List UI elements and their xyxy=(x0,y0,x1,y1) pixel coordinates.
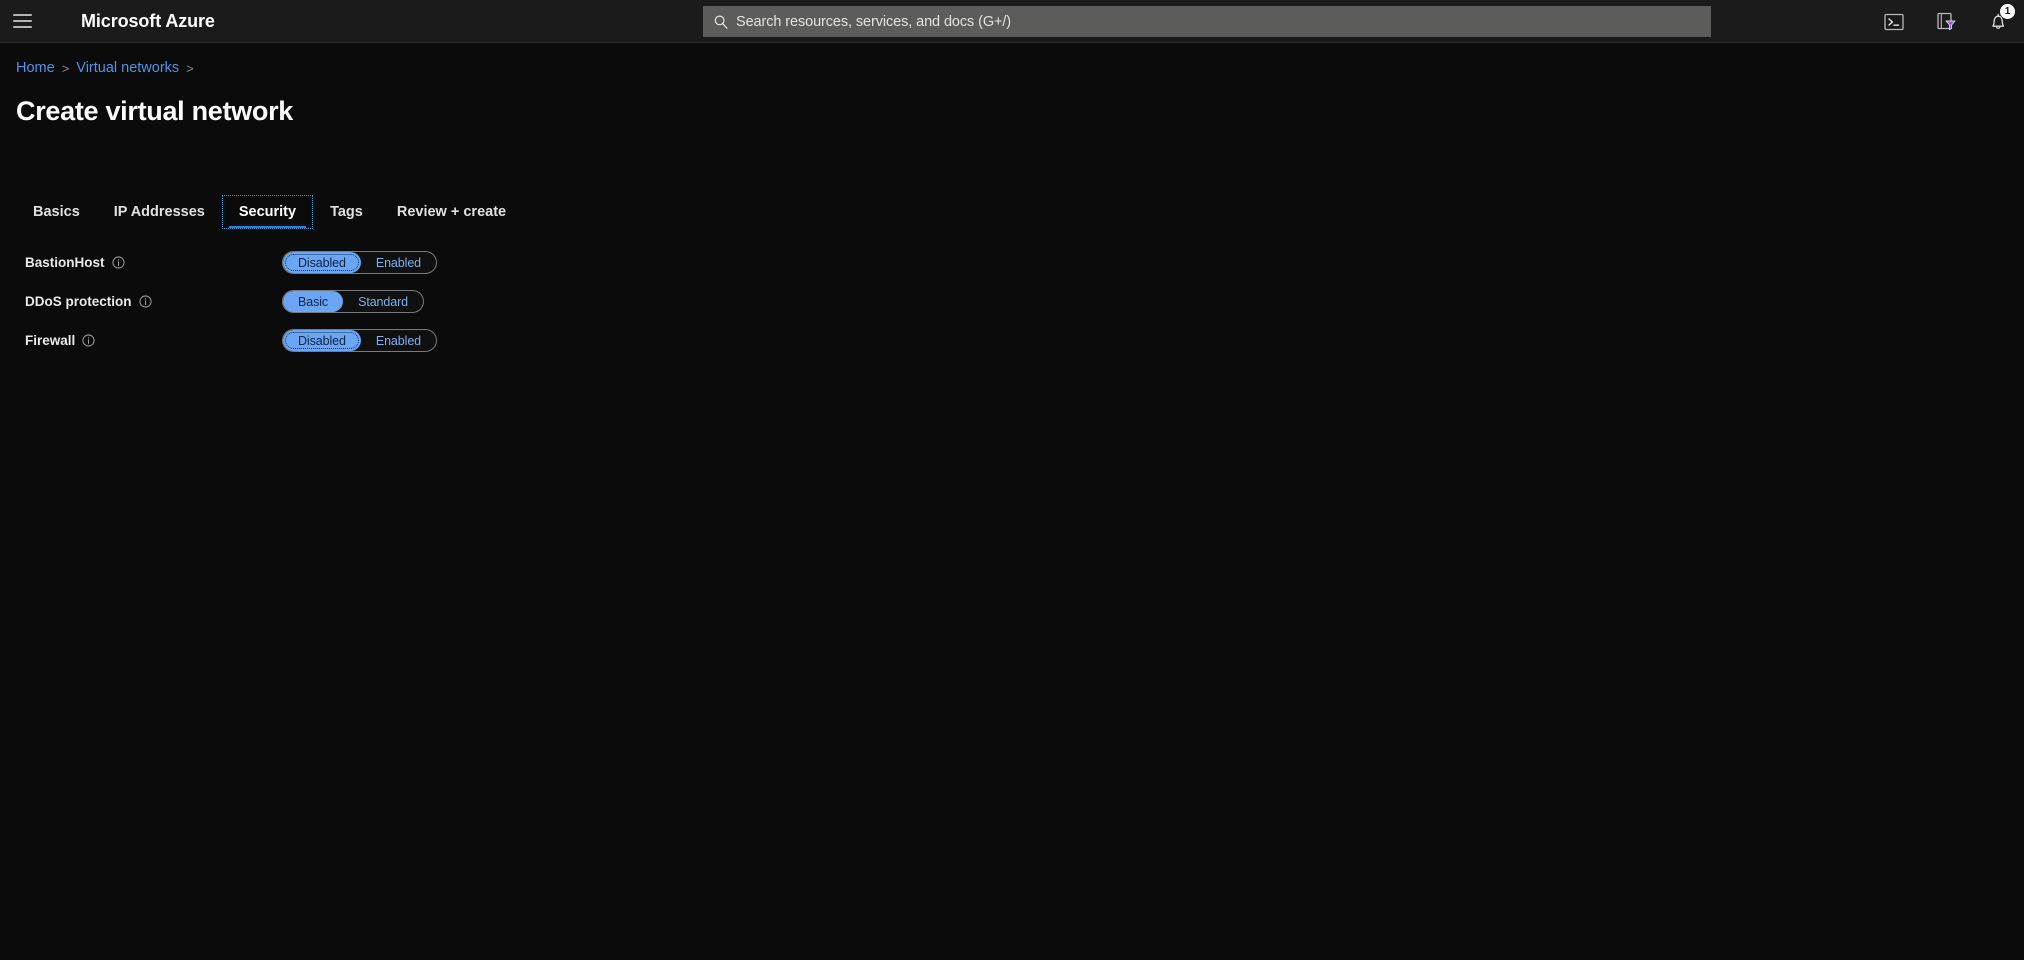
page-title: Create virtual network xyxy=(16,96,293,126)
bastion-host-toggle[interactable]: Disabled Enabled xyxy=(282,251,438,274)
breadcrumb-item-home[interactable]: Home xyxy=(16,60,55,76)
field-label-group: Firewall xyxy=(25,333,95,348)
tab-security[interactable]: Security xyxy=(221,195,314,229)
form-row-ddos-protection: DDoS protection Basic Standard xyxy=(0,282,2024,321)
tab-ip-addresses[interactable]: IP Addresses xyxy=(97,195,222,229)
global-search-box[interactable] xyxy=(703,6,1711,37)
tab-tags[interactable]: Tags xyxy=(313,195,380,229)
hamburger-bar xyxy=(12,14,32,16)
ddos-protection-option-standard[interactable]: Standard xyxy=(343,291,423,312)
azure-brand-logo[interactable]: Microsoft Azure xyxy=(81,11,215,32)
search-input[interactable] xyxy=(736,13,1701,30)
info-icon[interactable] xyxy=(82,334,95,347)
wizard-tab-list: Basics IP Addresses Security Tags Review… xyxy=(16,195,523,229)
field-label: DDoS protection xyxy=(25,294,132,309)
firewall-option-disabled[interactable]: Disabled xyxy=(283,330,361,351)
field-label-group: BastionHost xyxy=(25,255,125,270)
breadcrumb-item-virtual-networks[interactable]: Virtual networks xyxy=(76,60,179,76)
info-icon[interactable] xyxy=(138,295,152,308)
topbar-actions: 1 xyxy=(1868,0,2024,43)
info-icon[interactable] xyxy=(111,256,125,269)
security-settings-form: BastionHost Disabled Enabled DDoS protec… xyxy=(0,243,2024,360)
notifications-bell-icon[interactable]: 1 xyxy=(1972,0,2024,43)
ddos-protection-toggle[interactable]: Basic Standard xyxy=(282,290,425,313)
form-row-bastion-host: BastionHost Disabled Enabled xyxy=(0,243,2024,282)
ddos-protection-option-basic[interactable]: Basic xyxy=(283,291,344,312)
firewall-toggle[interactable]: Disabled Enabled xyxy=(282,329,438,352)
hamburger-icon[interactable] xyxy=(0,0,44,43)
cloud-shell-icon[interactable] xyxy=(1868,0,1920,43)
hamburger-bar xyxy=(12,20,32,22)
field-label-group: DDoS protection xyxy=(25,294,152,309)
directories-filter-icon[interactable] xyxy=(1920,0,1972,43)
breadcrumb-separator-icon: > xyxy=(61,60,70,76)
tab-review-create[interactable]: Review + create xyxy=(380,195,523,229)
field-label: BastionHost xyxy=(25,255,105,270)
form-row-firewall: Firewall Disabled Enabled xyxy=(0,321,2024,360)
bastion-host-option-disabled[interactable]: Disabled xyxy=(283,252,361,273)
bastion-host-option-enabled[interactable]: Enabled xyxy=(361,252,436,273)
breadcrumb: Home > Virtual networks > xyxy=(16,60,194,76)
notification-count-badge: 1 xyxy=(2000,4,2015,19)
field-label: Firewall xyxy=(25,333,76,348)
firewall-option-enabled[interactable]: Enabled xyxy=(361,330,436,351)
top-navigation-bar: Microsoft Azure Search resources, servic… xyxy=(0,0,2024,43)
breadcrumb-separator-icon: > xyxy=(186,60,194,76)
tab-basics[interactable]: Basics xyxy=(16,195,97,229)
search-icon xyxy=(714,14,728,29)
hamburger-bar xyxy=(12,26,32,28)
